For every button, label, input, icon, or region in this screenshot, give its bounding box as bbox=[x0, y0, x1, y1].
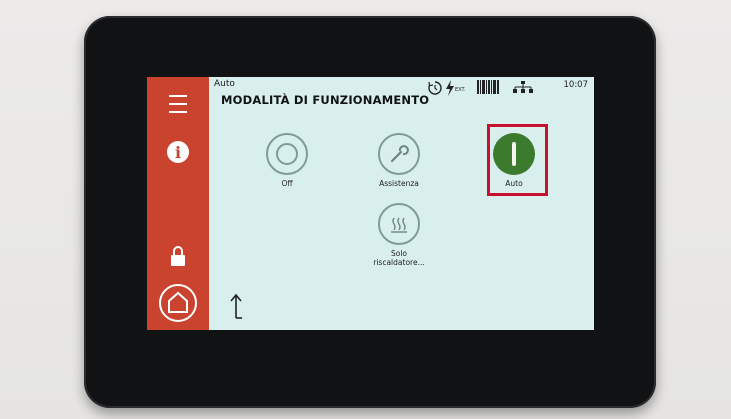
info-icon: i bbox=[167, 141, 189, 163]
page-title: MODALITÀ DI FUNZIONAMENTO bbox=[221, 93, 430, 107]
lock-button[interactable] bbox=[147, 241, 209, 271]
lightning-icon bbox=[446, 80, 454, 96]
back-arrow-icon[interactable] bbox=[229, 292, 243, 320]
timer-icon bbox=[428, 81, 442, 95]
heater-icon bbox=[378, 203, 420, 245]
barcode-icon bbox=[477, 80, 499, 94]
ext-label: EXT. bbox=[455, 87, 466, 93]
mode-label: Solo riscaldatore... bbox=[373, 249, 425, 267]
touch-screen: i Auto MODALITÀ DI FUNZIONAMENTO EXT. 10… bbox=[147, 77, 594, 330]
home-button[interactable] bbox=[147, 281, 209, 325]
breadcrumb: Auto bbox=[214, 79, 235, 89]
network-icon bbox=[513, 81, 533, 93]
home-icon bbox=[159, 284, 197, 322]
mode-auto-button[interactable]: Auto bbox=[469, 133, 559, 188]
mode-assistenza-button[interactable]: Assistenza bbox=[354, 133, 444, 188]
lock-icon bbox=[171, 246, 185, 266]
off-icon bbox=[266, 133, 308, 175]
menu-button[interactable] bbox=[147, 91, 209, 117]
mode-off-button[interactable]: Off bbox=[242, 133, 332, 188]
wrench-icon bbox=[378, 133, 420, 175]
main-panel: Auto MODALITÀ DI FUNZIONAMENTO EXT. 10:0… bbox=[209, 77, 594, 330]
mode-label: Assistenza bbox=[379, 179, 419, 188]
mode-solo-riscaldatore-button[interactable]: Solo riscaldatore... bbox=[354, 203, 444, 267]
info-button[interactable]: i bbox=[147, 137, 209, 167]
clock: 10:07 bbox=[563, 80, 589, 90]
mode-label: Auto bbox=[505, 179, 523, 188]
mode-label: Off bbox=[281, 179, 293, 188]
menu-icon bbox=[169, 92, 187, 116]
auto-icon bbox=[493, 133, 535, 175]
sidebar: i bbox=[147, 77, 209, 330]
